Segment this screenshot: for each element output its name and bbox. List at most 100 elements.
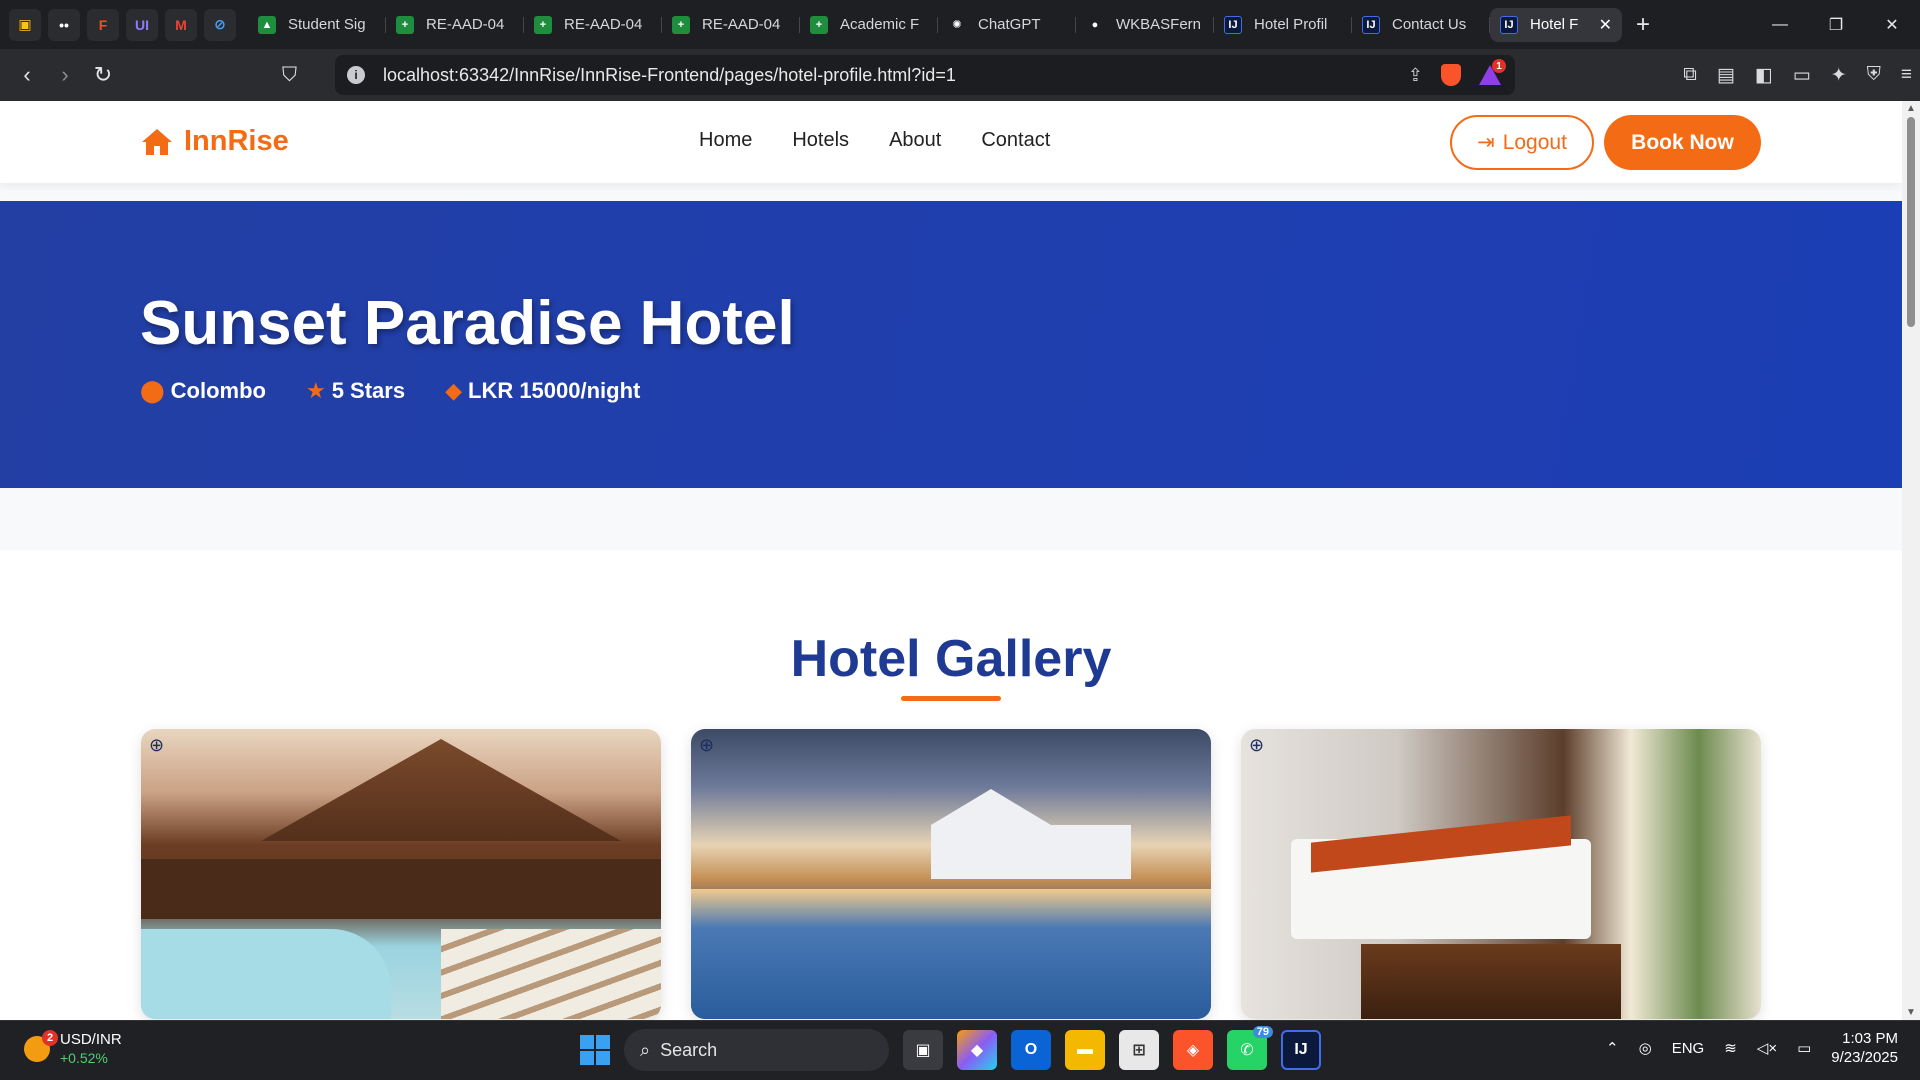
location-text: Colombo: [170, 378, 266, 403]
pool-deck-photo[interactable]: ⊕: [141, 729, 661, 1019]
wifi-icon[interactable]: ≋: [1724, 1039, 1737, 1057]
tab[interactable]: ▲ Student Sig: [248, 8, 386, 42]
scroll-up-icon[interactable]: ▲: [1906, 103, 1916, 114]
price-tag-icon: ◆: [445, 378, 462, 403]
sheets-icon: +: [396, 15, 414, 34]
bookmark-icon[interactable]: ⛉: [282, 64, 297, 87]
task-view-icon[interactable]: ▣: [903, 1030, 943, 1070]
gallery-title: Hotel Gallery: [790, 630, 1112, 688]
whatsapp-badge: 79: [1252, 1026, 1273, 1038]
tab[interactable]: + Academic F: [800, 8, 938, 42]
hotel-rating: ★ 5 Stars: [306, 378, 405, 404]
brand-name: InnRise: [184, 125, 289, 157]
logout-button[interactable]: ⇥ Logout: [1450, 115, 1594, 170]
close-window-button[interactable]: ✕: [1864, 15, 1920, 35]
taskbar-search[interactable]: ⌕ Search: [624, 1029, 889, 1071]
chevron-up-icon[interactable]: ⌃: [1606, 1039, 1619, 1057]
forward-icon[interactable]: ›: [46, 62, 84, 88]
loungers-shape: [441, 929, 661, 1019]
share-icon[interactable]: ⇪: [1408, 65, 1423, 86]
menu-icon[interactable]: ≡: [1901, 64, 1912, 86]
tab[interactable]: + RE-AAD-04: [386, 8, 524, 42]
home-icon: [142, 128, 172, 155]
tab[interactable]: + RE-AAD-04: [524, 8, 662, 42]
site-info-icon[interactable]: i: [347, 66, 365, 84]
pinned-tab-link[interactable]: ⊘: [204, 8, 236, 41]
intellij-taskbar-icon[interactable]: IJ: [1281, 1030, 1321, 1070]
reader-mode-icon[interactable]: ▤: [1717, 64, 1735, 87]
pinned-tab-ui[interactable]: UI: [126, 8, 158, 41]
brave-taskbar-icon[interactable]: ◈: [1173, 1030, 1213, 1070]
market-widget[interactable]: 2 USD/INR +0.52%: [24, 1030, 122, 1067]
pinned-tab-classroom[interactable]: ▣: [9, 8, 41, 41]
search-icon: ⌕: [640, 1039, 651, 1060]
sidebar-icon[interactable]: ◧: [1755, 64, 1773, 87]
tab-active[interactable]: IJ Hotel F ✕: [1490, 7, 1622, 42]
zoom-icon[interactable]: ⊕: [149, 735, 169, 755]
tab-strip: ▲ Student Sig + RE-AAD-04 + RE-AAD-04 + RE-A…: [248, 7, 1650, 42]
nav-contact[interactable]: Contact: [981, 129, 1050, 152]
tab[interactable]: + RE-AAD-04: [662, 8, 800, 42]
sheets-icon: +: [534, 15, 552, 34]
pinned-tab-gmail[interactable]: M: [165, 8, 197, 41]
rewards-badge: 1: [1492, 59, 1506, 73]
file-explorer-icon[interactable]: ▬: [1065, 1030, 1105, 1070]
restore-button[interactable]: ❐: [1808, 15, 1864, 35]
hotel-price: ◆ LKR 15000/night: [445, 378, 640, 404]
toolbar-right: ⧉ ▤ ◧ ▭ ✦ ⛨ ≡: [1683, 49, 1912, 101]
start-icon[interactable]: [580, 1035, 610, 1065]
close-tab-icon[interactable]: ✕: [1599, 15, 1612, 35]
leo-ai-icon[interactable]: ✦: [1831, 64, 1847, 87]
brave-rewards-icon[interactable]: 1: [1479, 59, 1506, 85]
zoom-icon[interactable]: ⊕: [699, 735, 719, 755]
outlook-icon[interactable]: O: [1011, 1030, 1051, 1070]
brave-shields-icon[interactable]: [1441, 64, 1461, 86]
pinned-tab-app[interactable]: ••: [48, 8, 80, 41]
back-icon[interactable]: ‹: [8, 62, 46, 88]
gallery-section: Hotel Gallery ⊕ ⊕ ⊕: [0, 550, 1902, 1020]
page-scrollbar[interactable]: ▲ ▼: [1902, 101, 1920, 1020]
language-indicator[interactable]: ENG: [1672, 1040, 1705, 1057]
title-underline: [901, 696, 1001, 701]
scrollbar-thumb[interactable]: [1907, 117, 1915, 327]
battery-icon[interactable]: ▭: [1797, 1039, 1811, 1057]
sync-icon[interactable]: ◎: [1639, 1039, 1652, 1057]
nav-hotels[interactable]: Hotels: [792, 129, 849, 152]
url-text[interactable]: localhost:63342/InnRise/InnRise-Frontend…: [383, 65, 956, 86]
pool-shape: [141, 929, 391, 1019]
bedroom-photo[interactable]: ⊕: [1241, 729, 1761, 1019]
tab[interactable]: IJ Hotel Profil: [1214, 8, 1352, 42]
wallet-icon[interactable]: ▭: [1793, 64, 1811, 87]
tab[interactable]: ✺ ChatGPT: [938, 8, 1076, 42]
scroll-down-icon[interactable]: ▼: [1906, 1007, 1916, 1018]
pinned-tab-figma[interactable]: F: [87, 8, 119, 41]
reload-icon[interactable]: ↻: [84, 62, 122, 88]
browser-toolbar: ‹ › ↻ ⛉ i localhost:63342/InnRise/InnRis…: [0, 49, 1920, 101]
browser-tab-bar: ▣ •• F UI M ⊘ ▲ Student Sig + RE-AAD-04 + R…: [0, 0, 1920, 49]
nav-about[interactable]: About: [889, 129, 941, 152]
sheets-icon: +: [672, 15, 690, 34]
whatsapp-icon[interactable]: ✆ 79: [1227, 1026, 1273, 1070]
poolside-restaurant-photo[interactable]: ⊕: [691, 729, 1211, 1019]
vpn-icon[interactable]: ⛨: [1867, 64, 1881, 86]
hotel-hero: Sunset Paradise Hotel ⬤ Colombo ★ 5 Stars …: [0, 201, 1902, 488]
star-icon: ★: [305, 378, 326, 403]
tab[interactable]: IJ Contact Us: [1352, 8, 1490, 42]
window-controls: — ❐ ✕: [1752, 0, 1920, 49]
address-bar[interactable]: i localhost:63342/InnRise/InnRise-Fronte…: [335, 55, 1515, 95]
extensions-icon[interactable]: ⧉: [1683, 64, 1697, 86]
new-tab-button[interactable]: +: [1636, 11, 1650, 39]
hotel-meta: ⬤ Colombo ★ 5 Stars ◆ LKR 15000/night: [140, 378, 640, 404]
sheets-icon: +: [810, 15, 828, 34]
pool-shape: [691, 889, 1211, 1019]
copilot-icon[interactable]: ◆: [957, 1030, 997, 1070]
zoom-icon[interactable]: ⊕: [1249, 735, 1269, 755]
clock[interactable]: 1:03 PM 9/23/2025: [1831, 1029, 1898, 1067]
tab[interactable]: ● WKBASFern: [1076, 8, 1214, 42]
nav-home[interactable]: Home: [699, 129, 752, 152]
volume-muted-icon[interactable]: ◁×: [1757, 1039, 1777, 1057]
book-now-button[interactable]: Book Now: [1604, 115, 1761, 170]
store-icon[interactable]: ⊞: [1119, 1030, 1159, 1070]
site-logo[interactable]: InnRise: [140, 125, 289, 158]
minimize-button[interactable]: —: [1752, 16, 1808, 34]
